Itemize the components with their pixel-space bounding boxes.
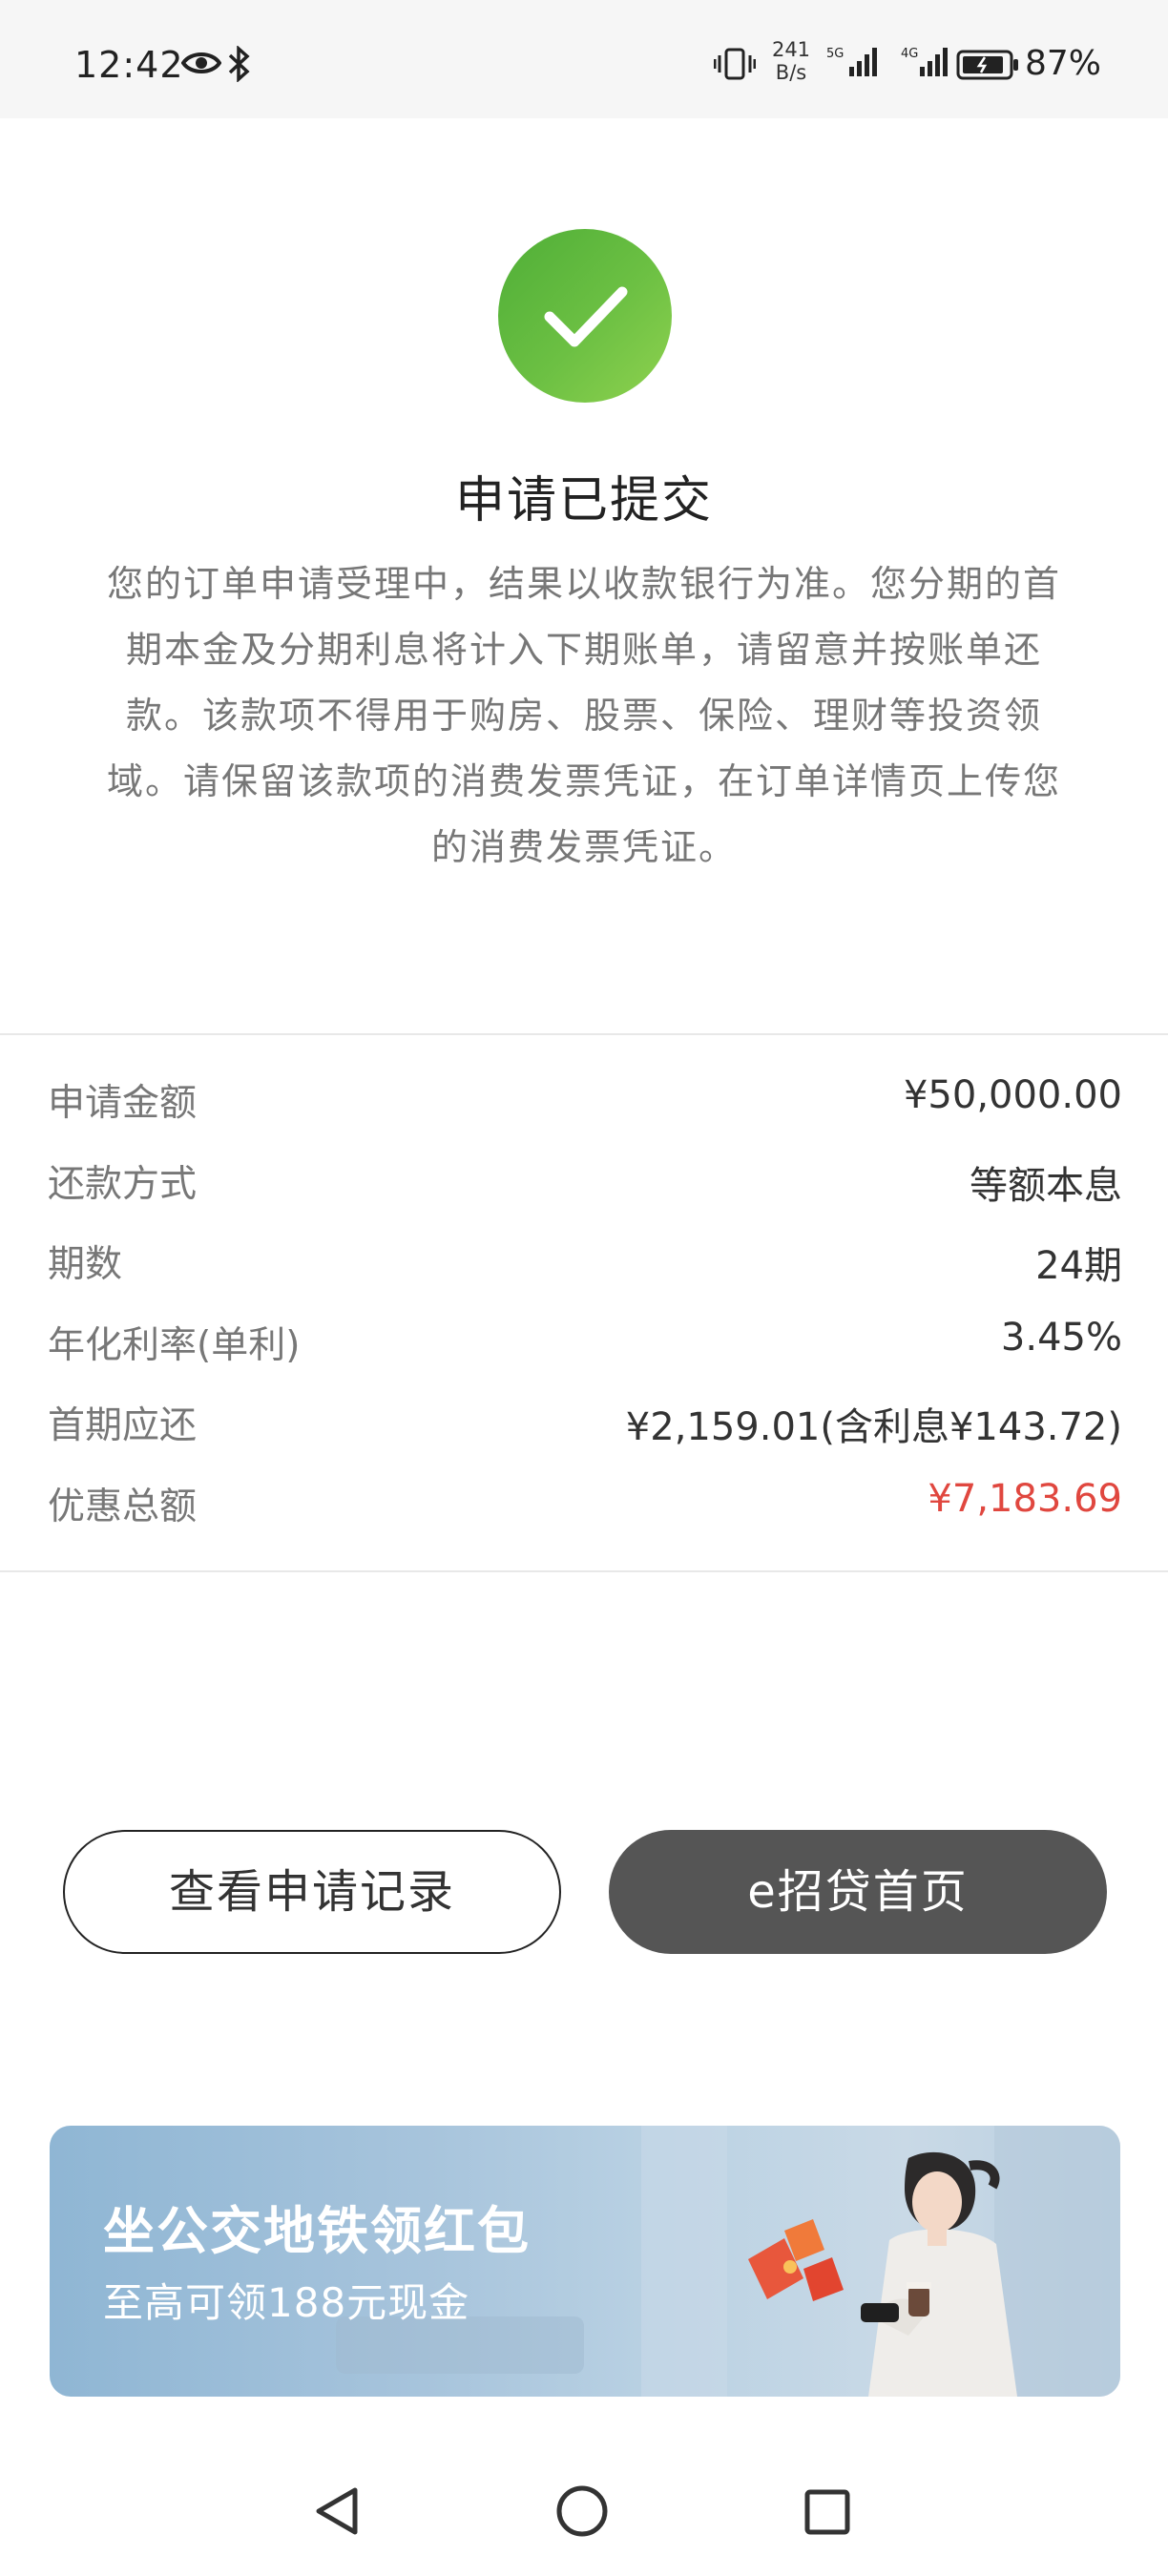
detail-label: 年化利率(单利) [48, 1323, 301, 1367]
detail-label: 首期应还 [48, 1404, 198, 1447]
system-nav-bar [0, 2442, 1168, 2576]
detail-value: 等额本息 [970, 1163, 1122, 1208]
detail-value: 3.45% [1000, 1315, 1122, 1360]
detail-value: ¥2,159.01(含利息¥143.72) [625, 1405, 1122, 1449]
back-icon[interactable] [311, 2484, 365, 2542]
signal-5g-icon: 5G [826, 46, 884, 82]
detail-label: 申请金额 [48, 1082, 198, 1125]
result-title: 申请已提交 [454, 472, 713, 530]
detail-label: 还款方式 [48, 1162, 198, 1206]
vibrate-icon [713, 48, 757, 84]
detail-value: ¥50,000.00 [903, 1073, 1122, 1117]
bluetooth-icon [227, 45, 252, 86]
detail-row-discount-total: 优惠总额 ¥7,183.69 [0, 1467, 1168, 1548]
detail-label: 期数 [48, 1243, 123, 1286]
detail-row-periods: 期数 24期 [0, 1225, 1168, 1306]
detail-row-repayment-method: 还款方式 等额本息 [0, 1145, 1168, 1226]
screen: 12:42 241 B/s 5G 4G 87% 申请已提交 您的订单申请受理中，… [0, 0, 1168, 2576]
detail-row-interest-rate: 年化利率(单利) 3.45% [0, 1306, 1168, 1387]
signal-4g-icon: 4G [901, 46, 950, 82]
eye-icon [180, 50, 222, 80]
status-time: 12:42 [74, 44, 184, 86]
banner-subtitle: 至高可领188元现金 [103, 2279, 470, 2326]
detail-value-discount: ¥7,183.69 [928, 1476, 1122, 1521]
detail-row-first-payment: 首期应还 ¥2,159.01(含利息¥143.72) [0, 1386, 1168, 1467]
battery-percent: 87% [1025, 44, 1102, 83]
view-records-button[interactable]: 查看申请记录 [63, 1830, 561, 1954]
status-bar: 12:42 241 B/s 5G 4G 87% [0, 0, 1168, 118]
detail-value: 24期 [1035, 1244, 1122, 1288]
banner-title: 坐公交地铁领红包 [103, 2201, 531, 2261]
home-icon[interactable] [555, 2484, 609, 2542]
detail-label: 优惠总额 [48, 1485, 198, 1528]
divider-top [0, 1033, 1168, 1035]
promo-banner[interactable]: 坐公交地铁领红包 至高可领188元现金 [50, 2126, 1120, 2397]
check-icon [498, 229, 672, 403]
divider-bottom [0, 1570, 1168, 1572]
network-speed: 241 B/s [771, 38, 811, 84]
recent-apps-icon[interactable] [803, 2488, 851, 2540]
svg-text:4G: 4G [901, 47, 918, 61]
svg-text:5G: 5G [826, 47, 844, 61]
detail-list: 申请金额 ¥50,000.00 还款方式 等额本息 期数 24期 年化利率(单利… [0, 1064, 1168, 1548]
battery-icon [956, 50, 1019, 84]
loan-home-button[interactable]: e招贷首页 [609, 1830, 1107, 1954]
result-description: 您的订单申请受理中，结果以收款银行为准。您分期的首期本金及分期利息将计入下期账单… [106, 563, 1061, 868]
detail-row-amount: 申请金额 ¥50,000.00 [0, 1064, 1168, 1145]
